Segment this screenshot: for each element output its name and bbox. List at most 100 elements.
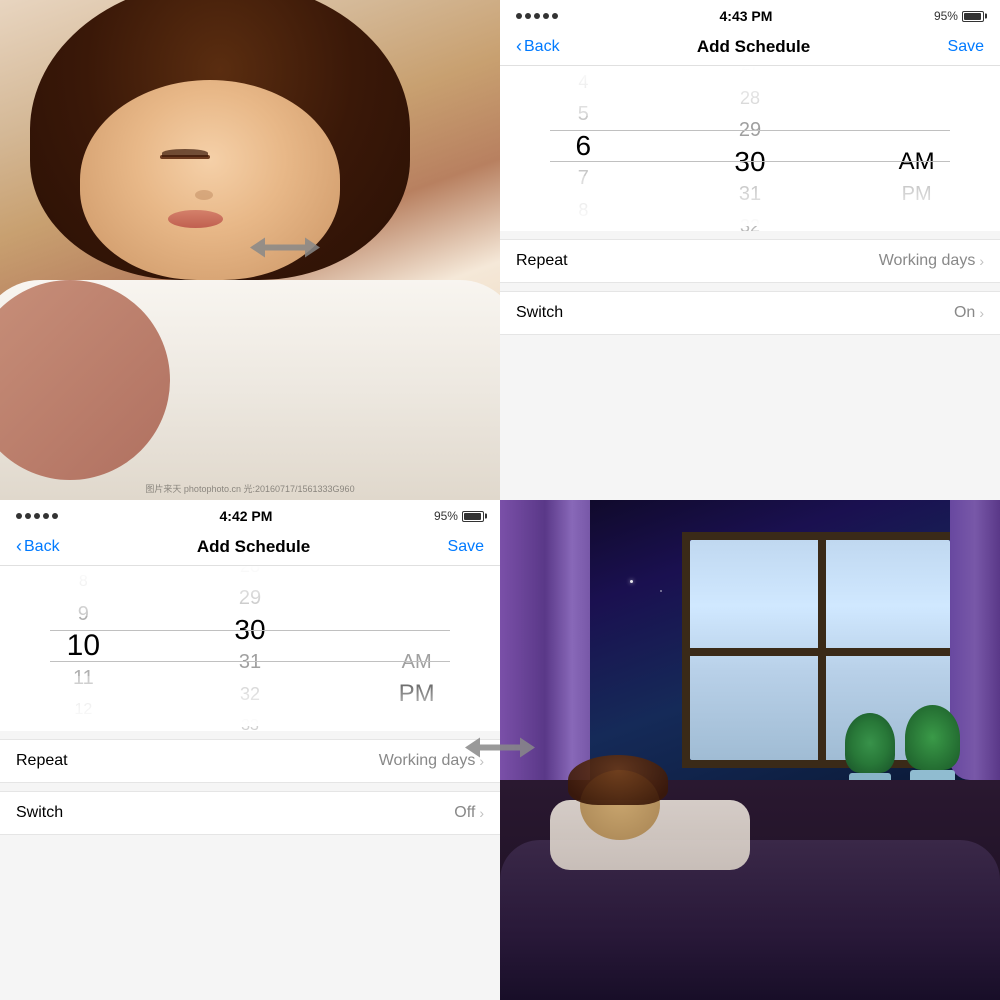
window-crossbar-v (818, 532, 826, 768)
status-time-bottom: 4:42 PM (220, 508, 273, 524)
picker-columns-bottom: 8 9 10 11 12 28 29 30 31 32 33 (0, 566, 500, 726)
settings-section-top: Repeat Working days › (500, 239, 1000, 283)
status-right-top: 95% (934, 9, 984, 23)
back-label-bottom[interactable]: Back (24, 538, 60, 556)
picker-bmin-31[interactable]: 31 (167, 646, 334, 678)
battery-fill-bottom (464, 513, 481, 520)
picker-bam[interactable]: AM (333, 646, 500, 678)
switch-label-top: Switch (516, 304, 563, 322)
picker-hour-4[interactable]: 4 (500, 66, 667, 98)
picker-col-hour-bottom[interactable]: 8 9 10 11 12 (0, 566, 167, 726)
arrow-top (250, 233, 535, 268)
settings-separator-bottom1 (0, 731, 500, 739)
switch-value-bottom[interactable]: Off › (454, 804, 484, 822)
top-left-photo: 图片来天 photophoto.cn 光:20160717/1561333G96… (0, 0, 500, 500)
picker-bhour-12[interactable]: 12 (0, 694, 167, 726)
signal-dot-4 (543, 13, 549, 19)
settings-section2-top: Switch On › (500, 291, 1000, 335)
switch-value-text-bottom: Off (454, 804, 475, 822)
picker-bhour-11[interactable]: 11 (0, 662, 167, 694)
switch-label-bottom: Switch (16, 804, 63, 822)
bidirectional-arrow-bottom (465, 733, 535, 763)
settings-separator-bottom2 (0, 783, 500, 791)
picker-min-29[interactable]: 29 (667, 114, 834, 146)
repeat-label-bottom: Repeat (16, 752, 68, 770)
star-7 (660, 590, 662, 592)
signal-dots (516, 13, 558, 19)
empty-section-top (500, 335, 1000, 500)
empty-section-bottom (0, 835, 500, 1000)
signal-dots-bottom (16, 513, 58, 519)
battery-percent-bottom: 95% (434, 509, 458, 523)
picker-bpm-selected[interactable]: PM (333, 678, 500, 710)
repeat-value-text-top: Working days (879, 252, 976, 270)
picker-bhour-8[interactable]: 8 (0, 566, 167, 598)
battery-percent-top: 95% (934, 9, 958, 23)
back-chevron-top: ‹ (516, 36, 522, 57)
picker-min-32[interactable]: 32 (667, 210, 834, 231)
save-button-top[interactable]: Save (948, 38, 984, 56)
time-picker-bottom[interactable]: 8 9 10 11 12 28 29 30 31 32 33 (0, 566, 500, 731)
picker-bhour-10-selected[interactable]: 10 (0, 630, 167, 662)
picker-hour-5[interactable]: 5 (500, 98, 667, 130)
signal-dot-3 (534, 13, 540, 19)
battery-icon-bottom (462, 511, 484, 522)
switch-value-text-top: On (954, 304, 975, 322)
picker-bmin-32[interactable]: 32 (167, 678, 334, 710)
plant-right-leaves (905, 705, 960, 770)
battery-icon-top (962, 11, 984, 22)
switch-row-top[interactable]: Switch On › (500, 291, 1000, 335)
nav-title-top: Add Schedule (697, 37, 810, 57)
switch-value-top[interactable]: On › (954, 304, 984, 322)
bottom-left-phone-ui: 4:42 PM 95% ‹ Back Add Schedule Save 8 (0, 500, 500, 1000)
picker-hour-6-selected[interactable]: 6 (500, 130, 667, 162)
star-1 (630, 580, 633, 583)
repeat-value-text-bottom: Working days (379, 752, 476, 770)
back-label-top[interactable]: Back (524, 38, 560, 56)
picker-col-minute-bottom[interactable]: 28 29 30 31 32 33 (167, 566, 334, 731)
picker-min-28[interactable]: 28 (667, 82, 834, 114)
picker-bmin-28[interactable]: 28 (167, 566, 334, 582)
nav-title-bottom: Add Schedule (197, 537, 310, 557)
picker-bmin-29[interactable]: 29 (167, 582, 334, 614)
picker-col-ampm-bottom[interactable]: AM PM (333, 582, 500, 710)
back-button-bottom[interactable]: ‹ Back (16, 536, 60, 557)
switch-row-bottom[interactable]: Switch Off › (0, 791, 500, 835)
signal-dot-1 (516, 13, 522, 19)
switch-chevron-top: › (979, 305, 984, 321)
status-bar-bottom: 4:42 PM 95% (0, 500, 500, 528)
bidirectional-arrow-top (250, 233, 320, 263)
picker-pm[interactable]: PM (833, 178, 1000, 210)
picker-min-31[interactable]: 31 (667, 178, 834, 210)
picker-bmin-33[interactable]: 33 (167, 710, 334, 731)
picker-hour-7[interactable]: 7 (500, 162, 667, 194)
picker-bmin-30-selected[interactable]: 30 (167, 614, 334, 646)
picker-col-ampm-top[interactable]: AM PM (833, 82, 1000, 210)
status-time-top: 4:43 PM (720, 8, 773, 24)
child-hair (568, 755, 668, 805)
status-bar-top: 4:43 PM 95% (500, 0, 1000, 28)
signal-dot-b2 (25, 513, 31, 519)
picker-min-30-selected[interactable]: 30 (667, 146, 834, 178)
status-right-bottom: 95% (434, 509, 484, 523)
time-picker-top[interactable]: 4 5 6 7 8 27 28 29 30 31 32 (500, 66, 1000, 231)
settings-separator-top1 (500, 231, 1000, 239)
settings-section2-bottom: Switch Off › (0, 791, 500, 835)
signal-dot-b5 (52, 513, 58, 519)
repeat-row-top[interactable]: Repeat Working days › (500, 239, 1000, 283)
picker-min-27[interactable]: 27 (667, 66, 834, 82)
picker-col-minute-top[interactable]: 27 28 29 30 31 32 (667, 66, 834, 231)
bottom-right-photo (500, 500, 1000, 1000)
save-button-bottom[interactable]: Save (448, 538, 484, 556)
top-right-phone-ui: 4:43 PM 95% ‹ Back Add Schedule Save 4 (500, 0, 1000, 500)
nav-bar-top: ‹ Back Add Schedule Save (500, 28, 1000, 66)
battery-fill-top (964, 13, 981, 20)
repeat-value-top[interactable]: Working days › (879, 252, 984, 270)
picker-col-hour-top[interactable]: 4 5 6 7 8 (500, 66, 667, 226)
plant-left-leaves (845, 713, 895, 773)
repeat-row-bottom[interactable]: Repeat Working days › (0, 739, 500, 783)
picker-bhour-9[interactable]: 9 (0, 598, 167, 630)
picker-hour-8[interactable]: 8 (500, 194, 667, 226)
back-button-top[interactable]: ‹ Back (516, 36, 560, 57)
picker-am-selected[interactable]: AM (833, 146, 1000, 178)
